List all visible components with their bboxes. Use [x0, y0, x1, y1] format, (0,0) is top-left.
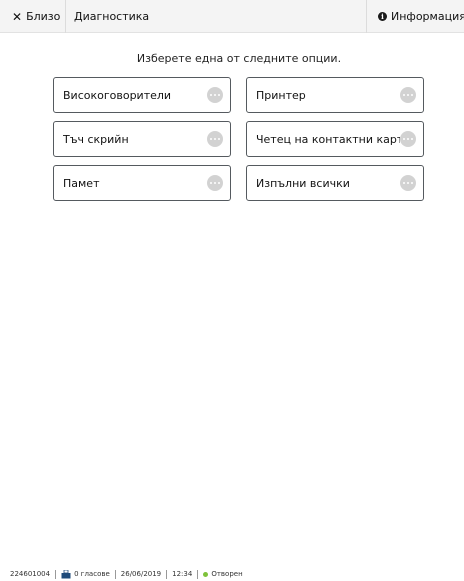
time: 12:34 [172, 570, 193, 578]
option-label: Принтер [256, 88, 306, 102]
option-label: Четец на контактни карти* [256, 132, 400, 146]
instruction-text: Изберете една от следните опции. [136, 52, 342, 65]
close-icon: ✕ [12, 9, 23, 24]
info-icon: i [378, 12, 387, 21]
close-button[interactable]: ✕ Близо [0, 0, 66, 33]
more-icon [207, 87, 223, 103]
option-label: Изпълни всички [256, 176, 350, 190]
ballot-box-icon [61, 569, 71, 578]
option-run-all[interactable]: Изпълни всички [246, 165, 424, 201]
divider [166, 569, 168, 579]
more-icon [400, 131, 416, 147]
info-button[interactable]: i Информация [366, 0, 464, 33]
page-title: Диагностика [74, 10, 150, 23]
date: 26/06/2019 [120, 570, 162, 578]
divider [114, 569, 116, 579]
votes-count: 0 гласове [74, 570, 110, 578]
status-dot-icon [203, 571, 209, 577]
divider [55, 569, 57, 579]
close-label: Близо [26, 10, 61, 23]
more-icon [207, 175, 223, 191]
option-label: Памет [63, 176, 100, 190]
option-memory[interactable]: Памет [53, 165, 231, 201]
more-icon [207, 131, 223, 147]
more-icon [400, 175, 416, 191]
device-id: 224601004 [10, 570, 51, 578]
more-icon [400, 87, 416, 103]
divider [197, 569, 199, 579]
top-bar: ✕ Близо Диагностика i Информация [0, 0, 464, 33]
option-printer[interactable]: Принтер [246, 77, 424, 113]
option-touch-screen[interactable]: Тъч скрийн [53, 121, 231, 157]
option-speakers[interactable]: Високоговорители [53, 77, 231, 113]
option-label: Високоговорители [63, 88, 172, 102]
info-label: Информация [391, 10, 464, 23]
status-bar: 224601004 0 гласове 26/06/2019 12:34 Отв… [10, 568, 243, 580]
option-label: Тъч скрийн [63, 132, 129, 146]
status-text: Отворен [211, 570, 243, 578]
option-card-reader[interactable]: Четец на контактни карти* [246, 121, 424, 157]
